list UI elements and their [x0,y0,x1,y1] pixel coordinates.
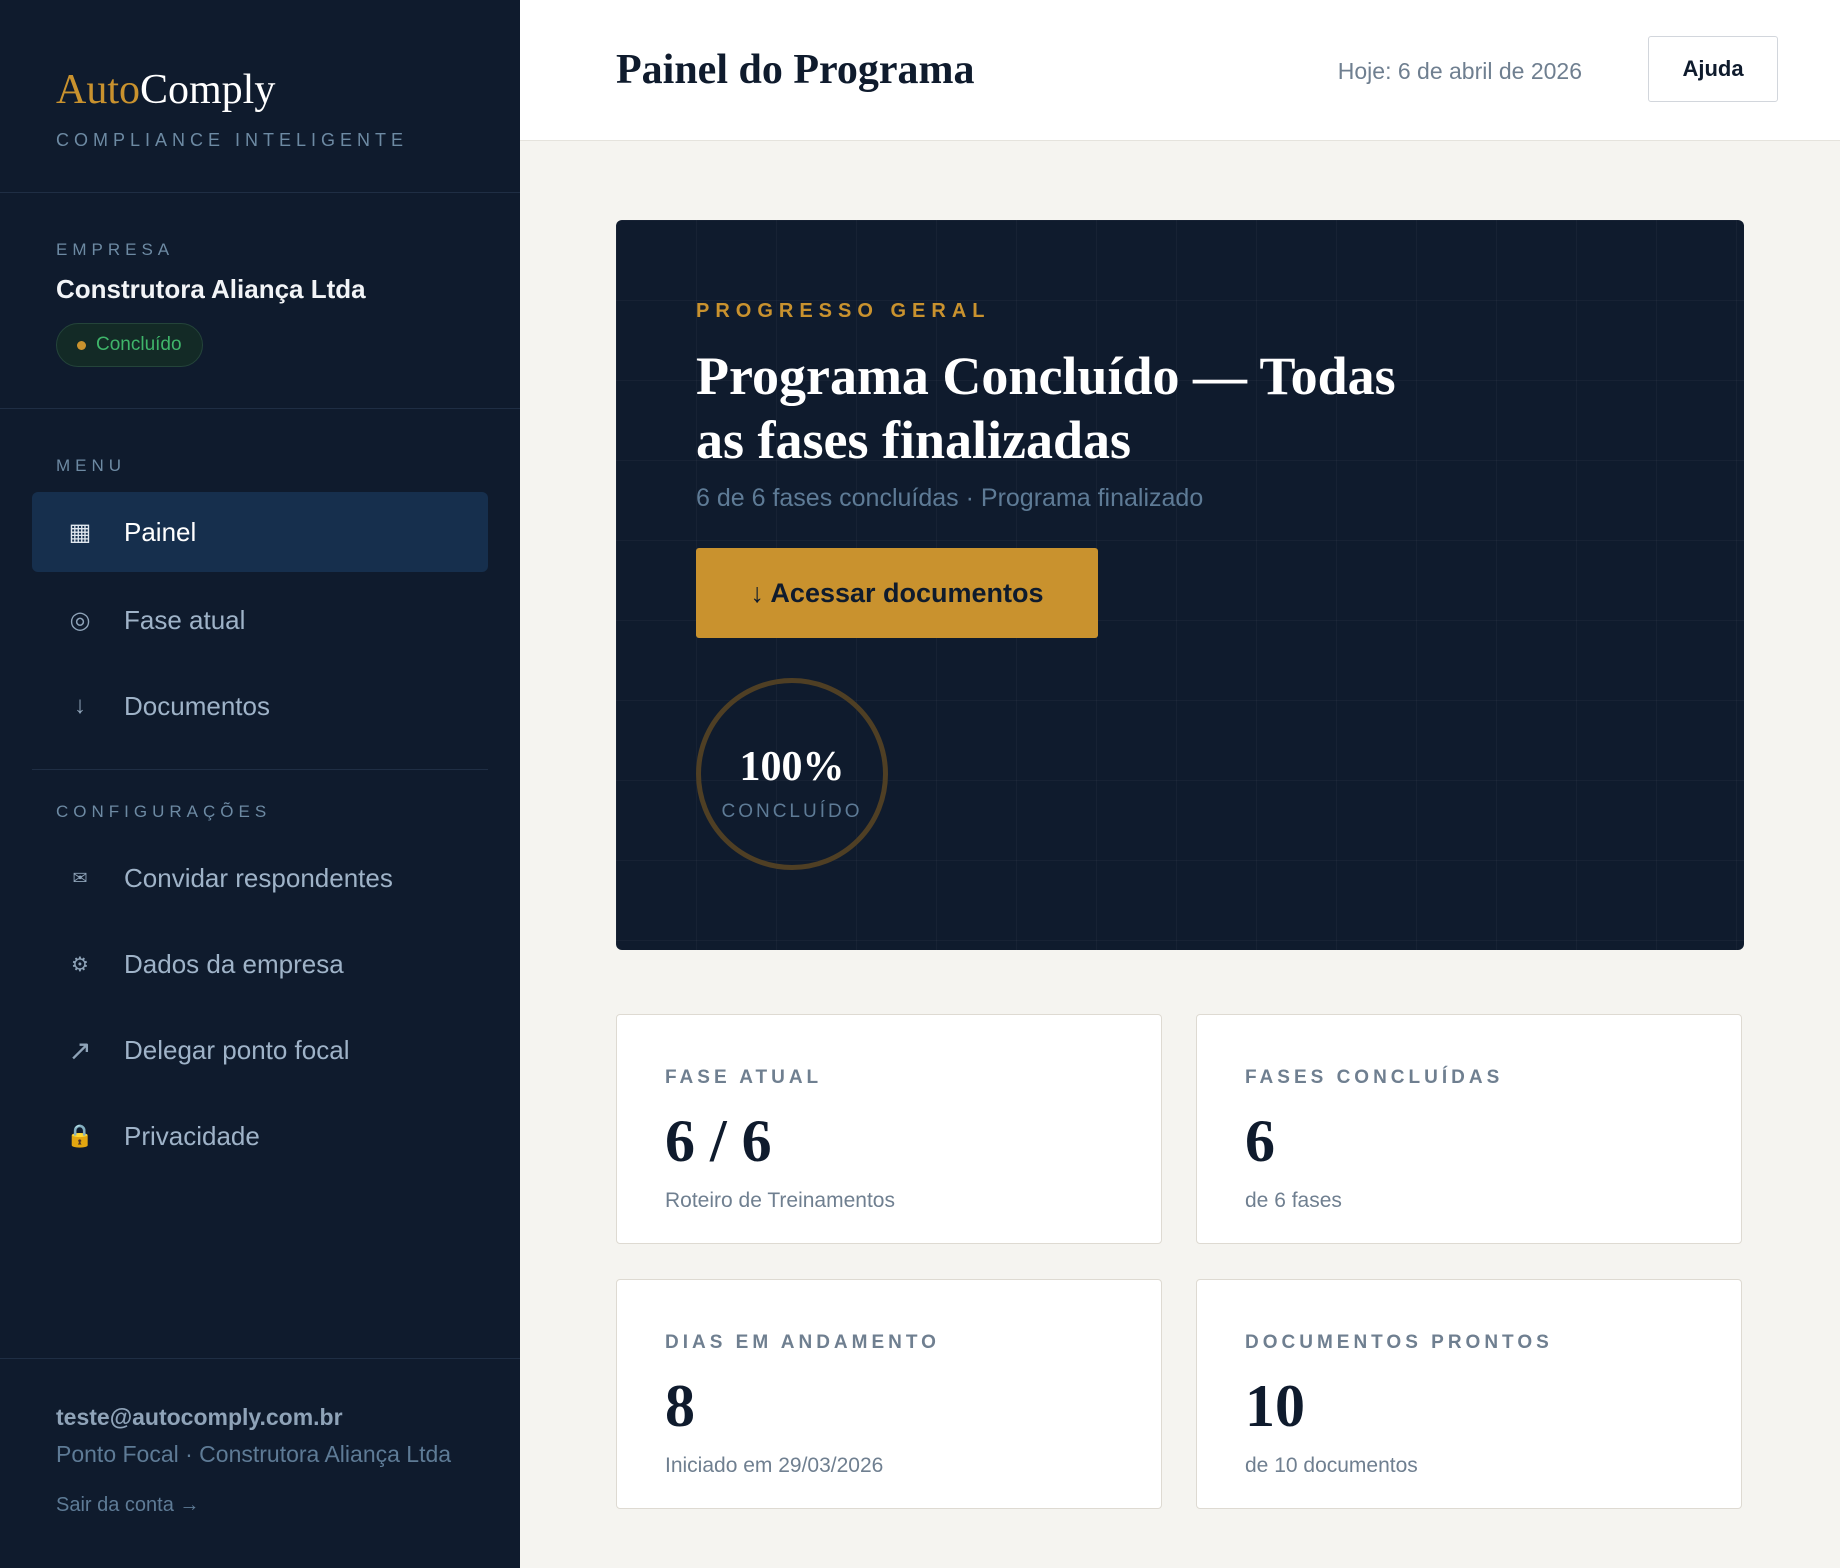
sidebar-item-painel[interactable]: ▦ Painel [32,492,488,572]
hero-title: Programa Concluído — Todas as fases fina… [696,346,1396,470]
sidebar-item-label: Fase atual [124,604,246,635]
stat-value: 6 [1245,1108,1275,1174]
brand[interactable]: AutoComply COMPLIANCE INTELIGENTE [56,66,408,151]
sidebar-item-label: Documentos [124,690,270,721]
stat-value: 8 [665,1373,695,1439]
lock-icon: 🔒 [66,1123,94,1148]
stat-subtext: de 10 documentos [1245,1454,1418,1477]
target-icon: ◎ [69,606,91,634]
grid-icon: ▦ [68,518,92,546]
access-documents-button[interactable]: ↓ Acessar documentos [696,548,1098,638]
divider [0,1358,520,1359]
today-date: Hoje: 6 de abril de 2026 [1337,58,1582,84]
user-role: Ponto Focal · Construtora Aliança Ltda [56,1441,452,1467]
top-header: Painel do Programa Hoje: 6 de abril de 2… [520,0,1840,141]
brand-logo: AutoComply [56,66,408,114]
download-icon: ↓ [74,692,86,719]
sidebar-item-documentos[interactable]: ↓ Documentos [32,666,488,746]
stat-value: 10 [1245,1373,1305,1439]
sidebar-item-fase-atual[interactable]: ◎ Fase atual [32,580,488,660]
settings-section-label: CONFIGURAÇÕES [56,802,272,821]
stat-label: DIAS EM ANDAMENTO [665,1332,940,1353]
stat-label: DOCUMENTOS PRONTOS [1245,1332,1553,1353]
progress-hero-card: PROGRESSO GERAL Programa Concluído — Tod… [616,220,1744,950]
menu-section-label: MENU [56,456,127,475]
logout-link[interactable]: Sair da conta → [56,1494,451,1517]
progress-caption: CONCLUÍDO [721,801,863,822]
sidebar-item-label: Painel [124,516,197,547]
stat-subtext: de 6 fases [1245,1189,1342,1212]
user-block: teste@autocomply.com.br Ponto Focal · Co… [56,1404,451,1517]
stat-card-documentos-prontos: DOCUMENTOS PRONTOS 10 de 10 documentos [1196,1279,1742,1509]
sidebar-item-label: Convidar respondentes [124,862,393,893]
brand-logo-auto: Auto [56,67,140,113]
stat-label: FASE ATUAL [665,1067,823,1088]
progress-ring: 100% CONCLUÍDO [696,678,888,870]
status-badge: Concluído [56,323,203,367]
arrow-up-right-icon: ↗ [68,1034,92,1066]
sidebar-item-delegar-ponto-focal[interactable]: ↗ Delegar ponto focal [32,1010,488,1090]
stat-card-fase-atual: FASE ATUAL 6 / 6 Roteiro de Treinamentos [616,1014,1162,1244]
progress-percent: 100% [739,744,845,790]
divider [0,408,520,409]
status-badge-label: Concluído [96,334,182,355]
sidebar-item-label: Dados da empresa [124,948,344,979]
sidebar-item-convidar-respondentes[interactable]: ✉ Convidar respondentes [32,838,488,918]
sidebar: AutoComply COMPLIANCE INTELIGENTE EMPRES… [0,0,520,1568]
company-block: EMPRESA Construtora Aliança Ltda Concluí… [56,240,366,367]
envelope-icon: ✉ [72,867,88,888]
sidebar-item-label: Delegar ponto focal [124,1034,350,1065]
page-title: Painel do Programa [616,47,975,93]
sidebar-item-dados-da-empresa[interactable]: ⚙ Dados da empresa [32,924,488,1004]
hero-kicker: PROGRESSO GERAL [696,300,991,322]
gear-icon: ⚙ [71,953,89,976]
divider [32,769,488,770]
stat-label: FASES CONCLUÍDAS [1245,1067,1504,1088]
sidebar-item-privacidade[interactable]: 🔒 Privacidade [32,1096,488,1176]
stat-subtext: Iniciado em 29/03/2026 [665,1454,884,1477]
status-dot-icon [77,340,86,350]
hero-subtitle: 6 de 6 fases concluídas · Programa final… [696,484,1204,512]
brand-tagline: COMPLIANCE INTELIGENTE [56,130,409,150]
user-email: teste@autocomply.com.br [56,1404,343,1430]
divider [0,192,520,193]
stat-card-dias-em-andamento: DIAS EM ANDAMENTO 8 Iniciado em 29/03/20… [616,1279,1162,1509]
stat-card-fases-concluidas: FASES CONCLUÍDAS 6 de 6 fases [1196,1014,1742,1244]
help-button[interactable]: Ajuda [1648,36,1778,102]
brand-logo-comply: Comply [140,67,276,113]
company-name: Construtora Aliança Ltda [56,274,366,304]
stat-value: 6 / 6 [665,1108,772,1174]
sidebar-item-label: Privacidade [124,1120,260,1151]
company-label: EMPRESA [56,240,175,259]
stat-subtext: Roteiro de Treinamentos [665,1189,895,1212]
